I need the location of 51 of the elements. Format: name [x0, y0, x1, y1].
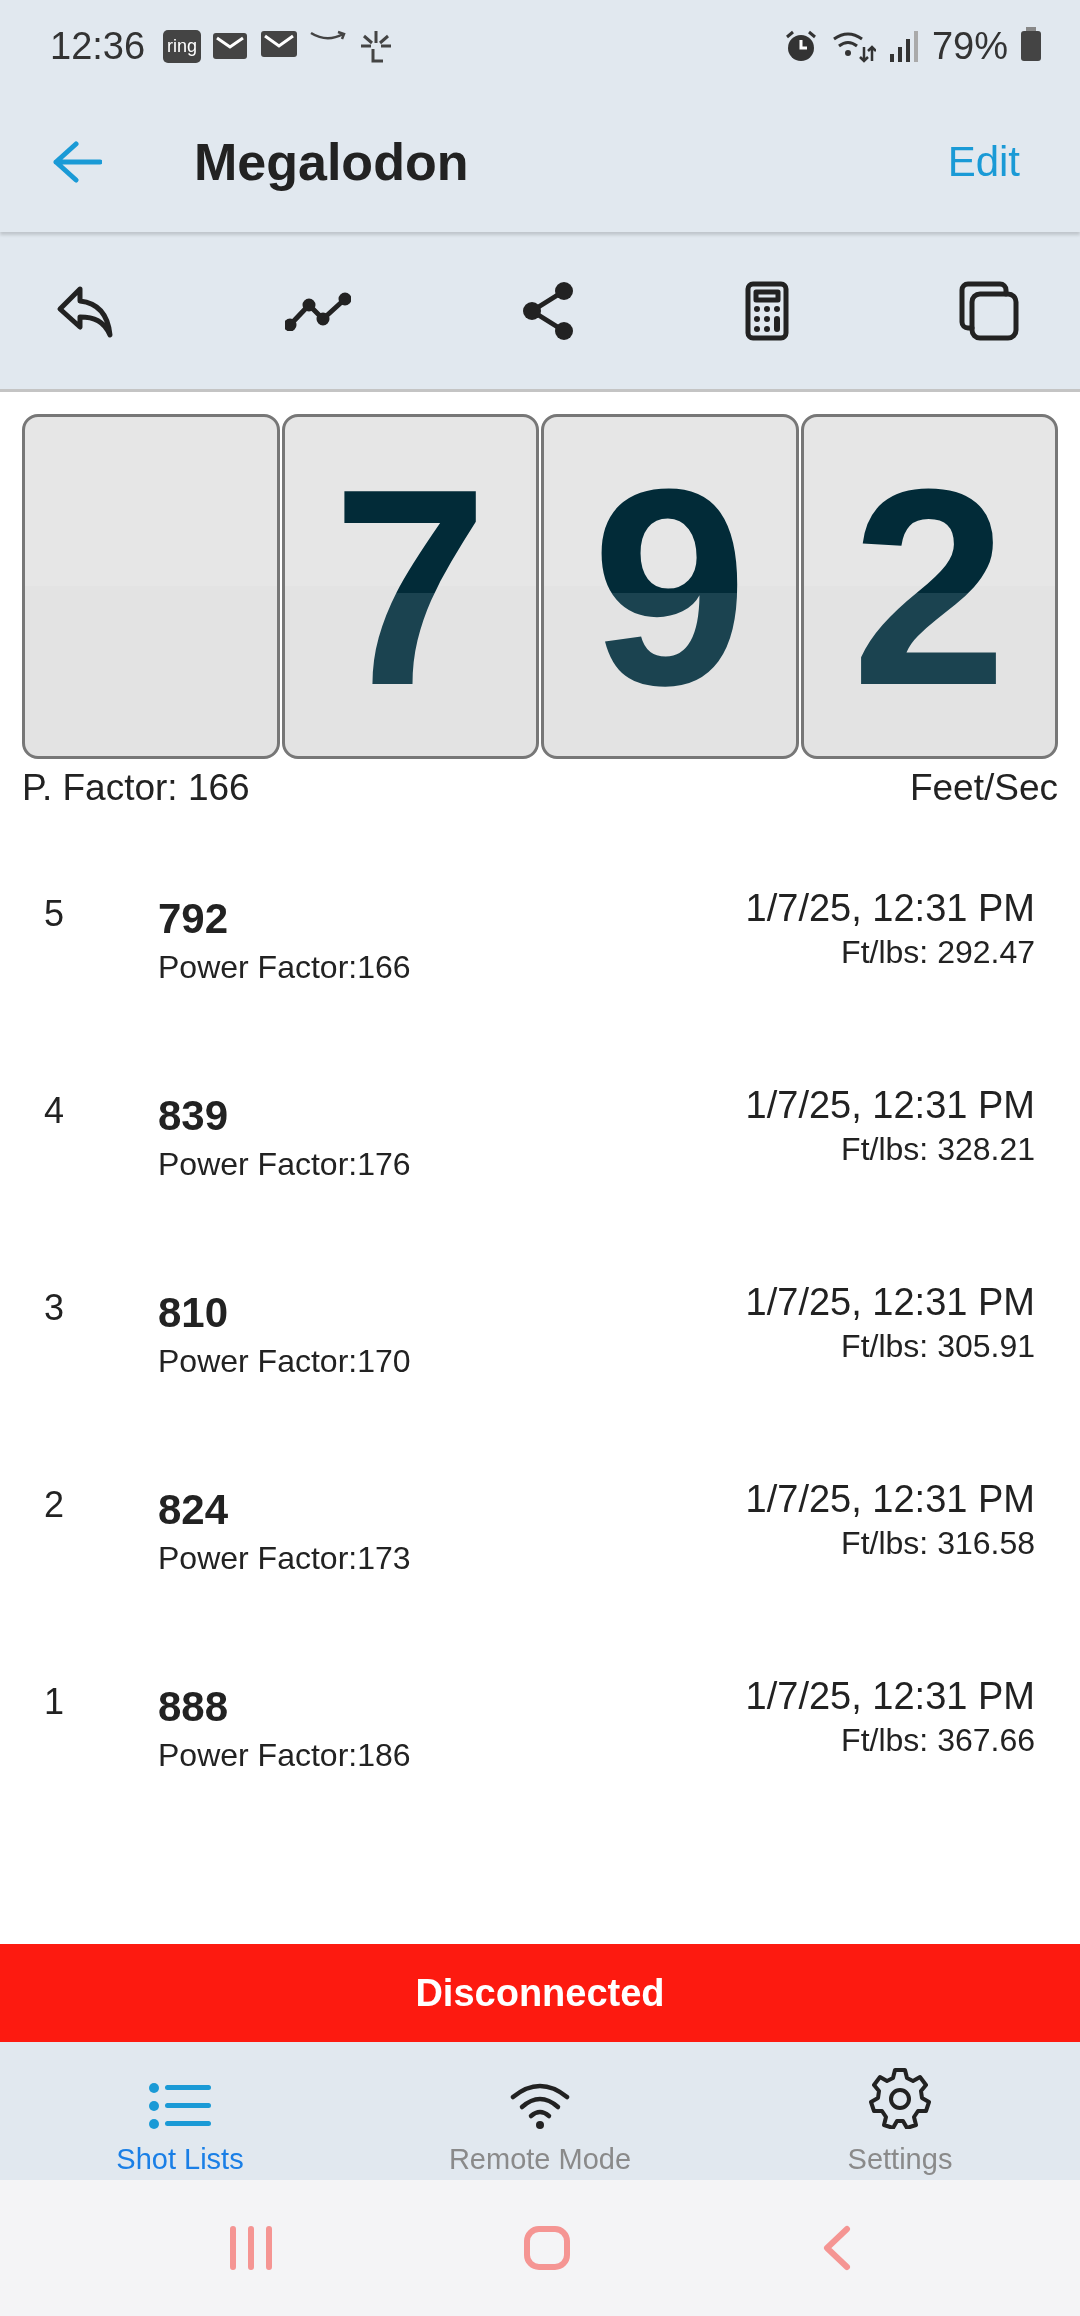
shot-timestamp: 1/7/25, 12:31 PM — [745, 1281, 1035, 1324]
shot-timestamp: 1/7/25, 12:31 PM — [745, 1084, 1035, 1127]
shot-number: 2 — [44, 1483, 66, 1527]
power-factor-label: P. Factor: 166 — [22, 767, 250, 809]
unit-label: Feet/Sec — [909, 767, 1058, 809]
power-factor-text: Power Factor:170 — [158, 1343, 412, 1380]
velocity-value: 824 — [158, 1486, 230, 1534]
clock-time: 12:36 — [50, 24, 146, 68]
settings-icon — [869, 2067, 931, 2129]
shot-row[interactable]: 4 839 Power Factor:176 1/7/25, 12:31 PM Ft/lbs: 328.21 — [0, 1064, 1080, 1261]
cell-signal-icon — [889, 30, 920, 62]
shot-timestamp: 1/7/25, 12:31 PM — [745, 1675, 1035, 1718]
energy-text: Ft/lbs: 367.66 — [841, 1722, 1035, 1759]
line-chart-icon[interactable] — [285, 290, 351, 331]
power-factor-text: Power Factor:176 — [158, 1146, 412, 1183]
shot-timestamp: 1/7/25, 12:31 PM — [745, 1478, 1035, 1521]
wifi-signal-icon — [831, 29, 876, 63]
share-icon[interactable] — [520, 280, 576, 341]
energy-text: Ft/lbs: 316.58 — [841, 1525, 1035, 1562]
notification-badge: ring — [163, 29, 202, 63]
screen-title: Megalodon — [194, 132, 470, 192]
shot-number: 5 — [44, 892, 66, 936]
connection-status-banner: Disconnected — [0, 1944, 1080, 2042]
shot-timestamp: 1/7/25, 12:31 PM — [745, 887, 1035, 930]
energy-text: Ft/lbs: 305.91 — [841, 1328, 1035, 1365]
shot-number: 3 — [44, 1286, 66, 1330]
velocity-value: 810 — [158, 1289, 230, 1337]
shot-row[interactable]: 2 824 Power Factor:173 1/7/25, 12:31 PM Ft/lbs: 316.58 — [0, 1458, 1080, 1655]
shot-number: 4 — [44, 1089, 66, 1133]
velocity-value: 888 — [158, 1683, 230, 1731]
mail-icon — [261, 29, 298, 59]
power-factor-text: Power Factor:186 — [158, 1737, 412, 1774]
back-arrow-icon[interactable] — [52, 140, 102, 184]
wifi-icon — [510, 2083, 570, 2129]
power-factor-text: Power Factor:166 — [158, 949, 412, 986]
list-icon — [149, 2083, 211, 2129]
energy-text: Ft/lbs: 292.47 — [841, 934, 1035, 971]
alarm-icon — [783, 29, 818, 63]
shot-row[interactable]: 5 792 Power Factor:166 1/7/25, 12:31 PM Ft/lbs: 292.47 — [0, 867, 1080, 1064]
energy-text: Ft/lbs: 328.21 — [841, 1131, 1035, 1168]
velocity-value: 792 — [158, 895, 230, 943]
battery-percent: 79% — [931, 24, 1008, 68]
shot-row[interactable]: 3 810 Power Factor:170 1/7/25, 12:31 PM Ft/lbs: 305.91 — [0, 1261, 1080, 1458]
sparkle-icon — [359, 29, 394, 63]
battery-icon — [1020, 27, 1042, 61]
copy-icon[interactable] — [958, 279, 1020, 342]
power-factor-text: Power Factor:173 — [158, 1540, 412, 1577]
shot-row[interactable]: 1 888 Power Factor:186 1/7/25, 12:31 PM Ft/lbs: 367.66 — [0, 1655, 1080, 1852]
calculator-icon[interactable] — [745, 280, 789, 341]
shot-number: 1 — [44, 1680, 66, 1724]
velocity-value: 839 — [158, 1092, 230, 1140]
